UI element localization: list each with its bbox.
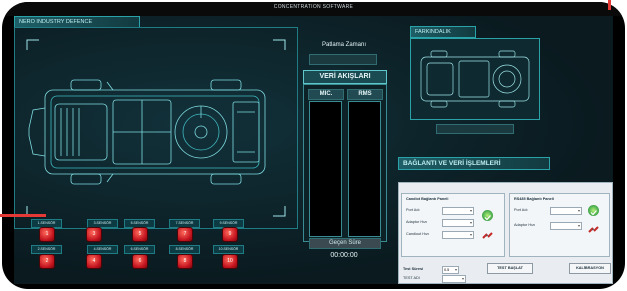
awareness-status-field <box>436 124 514 134</box>
sensor-label-6: 6.SENSÖR <box>124 245 155 254</box>
rs485-port-select[interactable] <box>550 207 582 215</box>
candiot-panel: Candiot Bağlantı Paneli Port Adı Adaptor… <box>401 193 505 257</box>
awareness-title: FARKINDALIK <box>410 26 476 38</box>
elapsed-time-label: Geçen Süre <box>309 238 381 249</box>
title-bar: CONCENTRATION SOFTWARE <box>2 2 625 16</box>
candiot-panel-title: Candiot Bağlantı Paneli <box>406 197 449 201</box>
sensor-label-2: 2.SENSÖR <box>31 245 62 254</box>
sensor-button-5[interactable]: 5 <box>132 227 148 242</box>
sensor-button-6[interactable]: 6 <box>132 254 148 269</box>
candiot-speed-select[interactable] <box>442 231 474 239</box>
candiot-port-select[interactable] <box>442 207 474 215</box>
sensor-button-8[interactable]: 8 <box>177 254 193 269</box>
sensor-label-10: 10.SENSÖR <box>213 245 244 254</box>
sensor-label-4: 4.SENSÖR <box>87 245 118 254</box>
connection-panel: Candiot Bağlantı Paneli Port Adı Adaptor… <box>398 182 613 284</box>
test-duration-input[interactable]: 0.5 <box>442 266 459 274</box>
sensor-button-2[interactable]: 2 <box>39 254 55 269</box>
app-area: NERO INDUSTRY DEFENCE 1.SENSÖR 3.SENSÖR … <box>14 16 613 284</box>
sensor-button-7[interactable]: 7 <box>177 227 193 242</box>
connection-title: BAĞLANTI VE VERİ İŞLEMLERİ <box>398 157 550 170</box>
data-streams-title: VERİ AKIŞLARI <box>303 70 387 84</box>
rs485-adapter-label: Adaptor Hızı <box>514 223 536 227</box>
explosion-time-field <box>309 54 377 65</box>
mic-label: MIC. <box>308 89 344 100</box>
candiot-adapter-label: Adaptor Hızı <box>406 220 428 224</box>
rs485-adapter-select[interactable] <box>550 222 582 230</box>
vehicle-diagram-panel <box>14 27 298 229</box>
candiot-connect-icon[interactable] <box>482 210 493 221</box>
explosion-time-label: Patlama Zamanı <box>321 42 367 48</box>
rs485-panel-title: RS485 Bağlantı Paneli <box>514 197 554 201</box>
screen-frame: CONCENTRATION SOFTWARE NERO INDUSTRY DEF… <box>2 2 625 289</box>
red-accent-line-right <box>608 0 611 10</box>
candiot-disconnect-icon[interactable] <box>482 228 493 239</box>
candiot-port-label: Port Adı <box>406 208 420 212</box>
red-accent-line-left <box>0 214 46 217</box>
awareness-view <box>410 38 540 120</box>
rs485-panel: RS485 Bağlantı Paneli Port Adı Adaptor H… <box>509 193 610 257</box>
sensor-button-4[interactable]: 4 <box>86 254 102 269</box>
data-streams-panel: MIC. RMS <box>303 84 387 242</box>
candiot-adapter-select[interactable] <box>442 219 474 227</box>
sensor-button-3[interactable]: 3 <box>86 227 102 242</box>
awareness-vehicle-diagram <box>420 50 530 108</box>
sensor-button-9[interactable]: 9 <box>222 227 238 242</box>
rms-stream-display <box>348 101 381 237</box>
test-name-input[interactable] <box>442 275 466 283</box>
sensor-label-8: 8.SENSÖR <box>169 245 200 254</box>
sensor-button-10[interactable]: 10 <box>222 254 238 269</box>
rms-label: RMS <box>347 89 383 100</box>
rs485-port-label: Port Adı <box>514 208 528 212</box>
mic-stream-display <box>309 101 342 237</box>
test-name-label: TEST ADI <box>403 276 420 280</box>
candiot-speed-label: Candiout Hızı <box>406 232 430 236</box>
rs485-disconnect-icon[interactable] <box>588 222 599 233</box>
calibration-button[interactable]: KALİBRASYON <box>569 263 611 274</box>
test-duration-label: Test Süresi <box>403 267 424 271</box>
window-title: CONCENTRATION SOFTWARE <box>273 4 354 10</box>
start-test-button[interactable]: TEST BAŞLAT <box>487 263 533 274</box>
rs485-connect-icon[interactable] <box>588 205 599 216</box>
elapsed-time-value: 00:00:00 <box>330 252 358 259</box>
sensor-button-1[interactable]: 1 <box>39 227 55 242</box>
vehicle-topview-diagram <box>26 39 286 217</box>
